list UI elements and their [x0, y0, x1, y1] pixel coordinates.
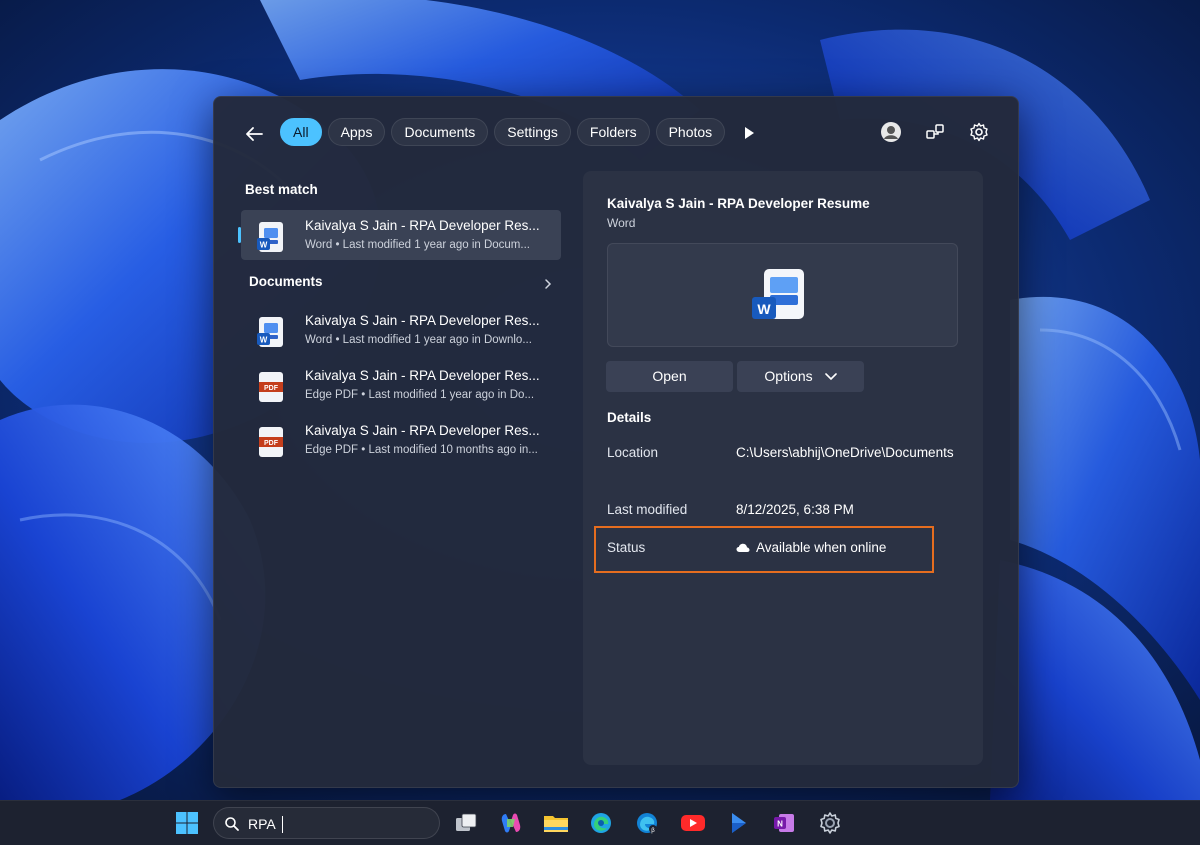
network-share-icon[interactable]: [924, 121, 946, 143]
more-filters-play-icon[interactable]: [742, 125, 756, 141]
last-modified-value: 8/12/2025, 6:38 PM: [736, 502, 854, 517]
details-heading: Details: [607, 410, 652, 425]
preview-title: Kaivalya S Jain - RPA Developer Resume: [607, 196, 870, 211]
svg-text:W: W: [757, 301, 771, 317]
documents-heading: Documents: [249, 274, 323, 289]
preview-pane: Kaivalya S Jain - RPA Developer Resume W…: [583, 171, 983, 765]
status-highlight-box: [594, 526, 934, 573]
open-button[interactable]: Open: [606, 361, 733, 392]
filter-tabs: All Apps Documents Settings Folders Phot…: [280, 118, 726, 146]
svg-text:W: W: [260, 241, 268, 250]
pdf-file-icon: PDF: [253, 424, 289, 460]
options-label: Options: [764, 368, 813, 384]
filter-documents[interactable]: Documents: [391, 118, 489, 146]
location-value: C:\Users\abhij\OneDrive\Documents: [736, 445, 954, 460]
location-label: Location: [607, 445, 659, 460]
preview-thumbnail[interactable]: W: [607, 243, 958, 347]
media-player-icon[interactable]: [726, 810, 752, 836]
account-avatar-icon[interactable]: [880, 121, 902, 143]
svg-text:PDF: PDF: [264, 385, 279, 392]
file-explorer-icon[interactable]: [543, 810, 569, 836]
windows-start-icon[interactable]: [174, 810, 200, 836]
onenote-icon[interactable]: N: [771, 810, 797, 836]
preview-subtitle: Word: [607, 216, 636, 230]
filter-apps[interactable]: Apps: [327, 118, 386, 146]
text-caret: [282, 816, 283, 833]
result-subtitle: Word • Last modified 1 year ago in Downl…: [305, 334, 532, 346]
result-subtitle: Edge PDF • Last modified 10 months ago i…: [305, 444, 538, 456]
edge-beta-icon[interactable]: β: [634, 810, 660, 836]
result-title: Kaivalya S Jain - RPA Developer Res...: [305, 313, 540, 328]
svg-text:N: N: [777, 820, 783, 829]
copilot-icon[interactable]: [498, 810, 524, 836]
document-item-2[interactable]: PDF Kaivalya S Jain - RPA Developer Res.…: [241, 360, 561, 410]
search-icon: [225, 817, 239, 831]
taskbar: β N: [0, 800, 1200, 845]
result-subtitle: Edge PDF • Last modified 1 year ago in D…: [305, 389, 535, 401]
word-file-icon: W: [253, 219, 289, 255]
task-view-icon[interactable]: [453, 810, 479, 836]
filter-all[interactable]: All: [280, 118, 322, 146]
options-button[interactable]: Options: [737, 361, 864, 392]
result-title: Kaivalya S Jain - RPA Developer Res...: [305, 423, 540, 438]
svg-text:PDF: PDF: [264, 440, 279, 447]
result-title: Kaivalya S Jain - RPA Developer Res...: [305, 218, 540, 233]
edge-icon[interactable]: [588, 810, 614, 836]
word-app-icon: W: [752, 269, 804, 319]
taskbar-search-box[interactable]: [213, 807, 440, 839]
settings-app-icon[interactable]: [817, 810, 843, 836]
filter-photos[interactable]: Photos: [655, 118, 726, 146]
best-match-heading: Best match: [245, 182, 318, 197]
last-modified-label: Last modified: [607, 502, 688, 517]
youtube-icon[interactable]: [680, 810, 706, 836]
pdf-file-icon: PDF: [253, 369, 289, 405]
svg-text:β: β: [651, 828, 655, 834]
back-arrow-icon[interactable]: [240, 120, 268, 148]
best-match-item[interactable]: W Kaivalya S Jain - RPA Developer Res...…: [238, 210, 561, 260]
result-title: Kaivalya S Jain - RPA Developer Res...: [305, 368, 540, 383]
search-panel: All Apps Documents Settings Folders Phot…: [213, 96, 1019, 788]
filter-settings[interactable]: Settings: [494, 118, 571, 146]
word-file-icon: W: [253, 314, 289, 350]
settings-gear-icon[interactable]: [968, 121, 990, 143]
top-right-icons: [880, 121, 990, 143]
selection-indicator: [238, 227, 241, 243]
document-item-3[interactable]: PDF Kaivalya S Jain - RPA Developer Res.…: [241, 415, 561, 465]
chevron-right-icon[interactable]: [542, 277, 554, 289]
search-input[interactable]: [248, 814, 428, 834]
document-item-1[interactable]: W Kaivalya S Jain - RPA Developer Res...…: [241, 305, 561, 355]
svg-text:W: W: [260, 336, 268, 345]
chevron-down-icon: [824, 373, 837, 381]
result-subtitle: Word • Last modified 1 year ago in Docum…: [305, 239, 530, 251]
filter-folders[interactable]: Folders: [576, 118, 650, 146]
